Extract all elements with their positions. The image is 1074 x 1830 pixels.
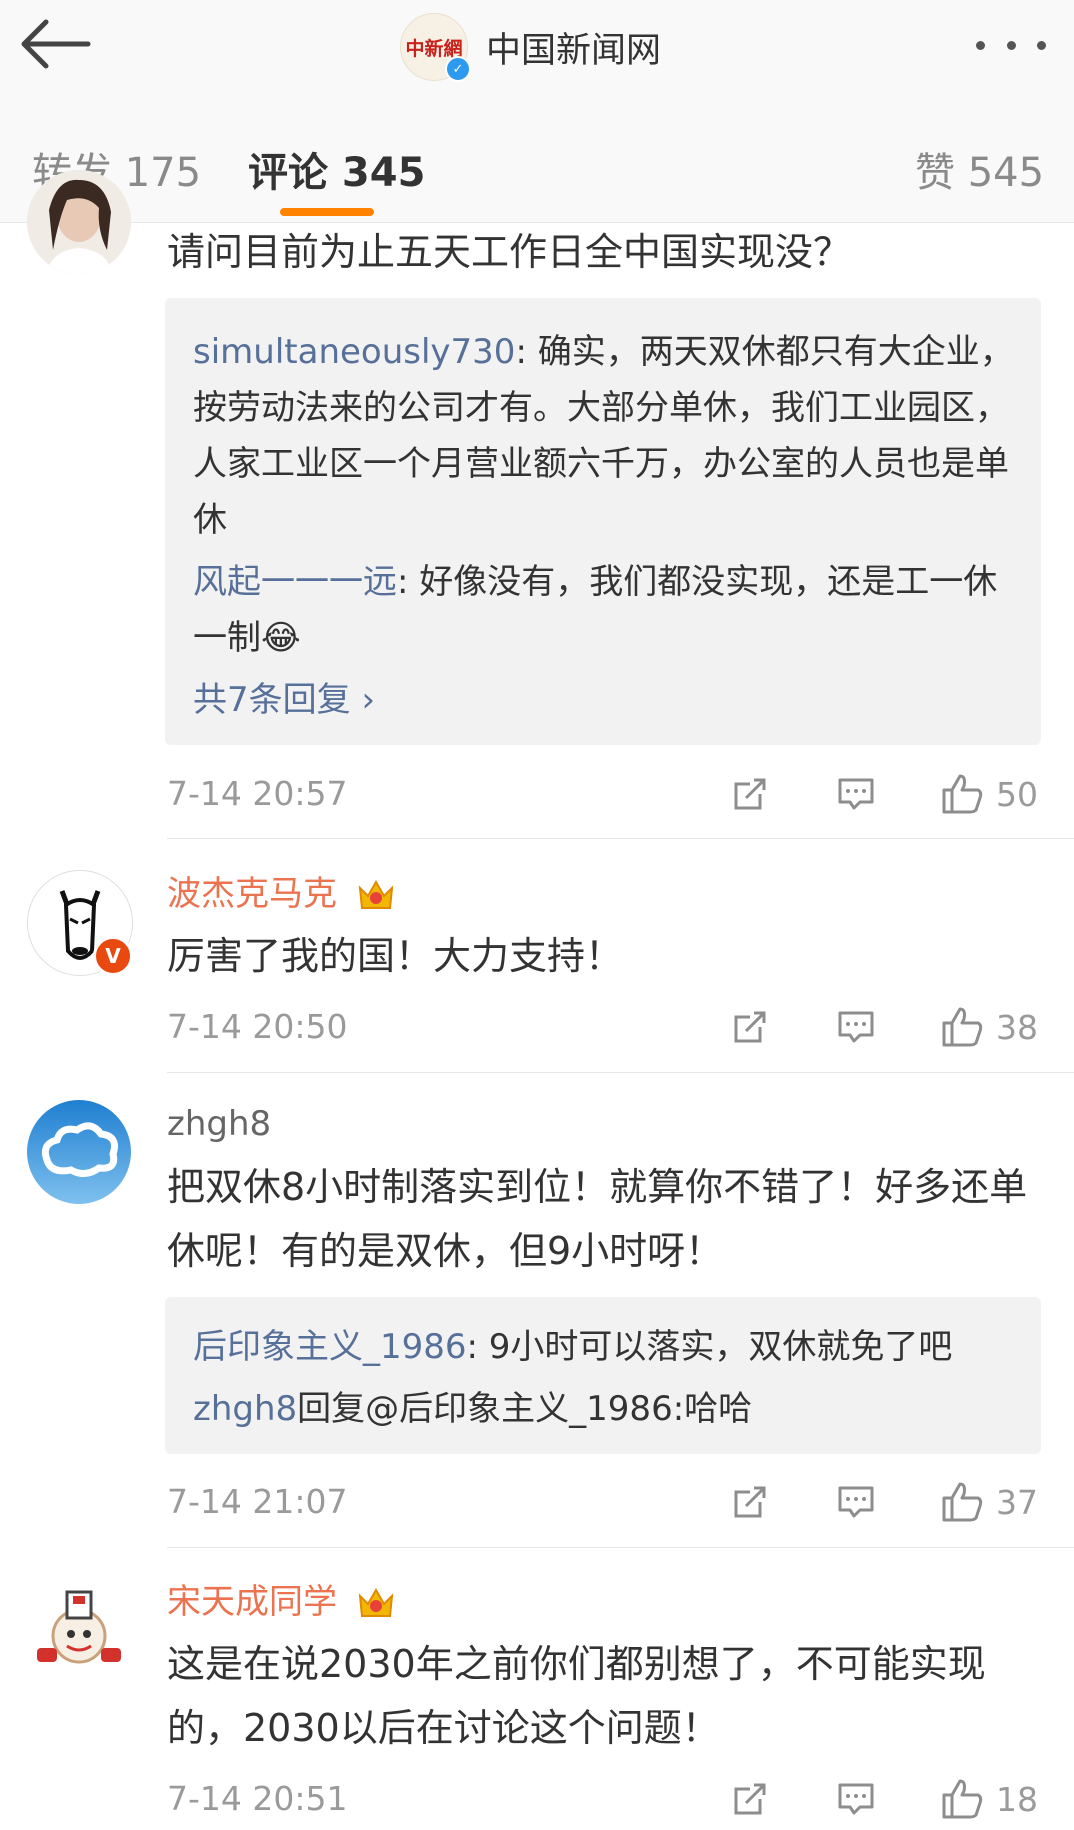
comment-meta: 7-14 20:57 50	[167, 770, 1042, 820]
comment-username[interactable]: 宋天成同学	[167, 1574, 396, 1623]
divider	[167, 838, 1074, 839]
verified-badge-icon: V	[93, 936, 133, 976]
comment-meta: 7-14 20:50 38	[167, 1003, 1042, 1053]
reply-item: 后印象主义_1986: 9小时可以落实，双休就免了吧	[193, 1319, 1015, 1375]
comment-meta: 7-14 21:07 37	[167, 1478, 1042, 1528]
share-icon[interactable]	[730, 1003, 770, 1051]
comment-time: 7-14 21:07	[167, 1482, 348, 1521]
like-button[interactable]: 18	[940, 1775, 1038, 1823]
share-icon[interactable]	[730, 1478, 770, 1526]
comment-icon[interactable]	[836, 1775, 876, 1823]
reply-item: simultaneously730: 确实，两天双休都只有大企业，按劳动法来的公…	[193, 324, 1015, 548]
thumbs-up-icon	[942, 774, 983, 814]
reply-box[interactable]: simultaneously730: 确实，两天双休都只有大企业，按劳动法来的公…	[165, 298, 1041, 745]
more-options-icon[interactable]	[976, 30, 1046, 60]
thumbs-up-icon	[942, 1779, 983, 1819]
comment-time: 7-14 20:50	[167, 1007, 348, 1046]
comment-meta: 7-14 20:51 18	[167, 1775, 1042, 1825]
avatar[interactable]	[27, 170, 131, 274]
reply-item: zhgh8回复@后印象主义_1986:哈哈	[193, 1381, 1015, 1437]
tab-comments[interactable]: 评论 345	[248, 140, 425, 198]
like-count: 37	[996, 1482, 1038, 1522]
like-count: 50	[996, 774, 1038, 814]
comment-text: 厉害了我的国！大力支持！	[167, 934, 624, 978]
comment-text: 这是在说2030年之前你们都别想了，不可能实现的，2030以后在讨论这个问题！	[167, 1642, 986, 1750]
tab-bar: 转发 175 评论 345 赞 545	[0, 100, 1074, 223]
divider	[167, 1072, 1074, 1073]
comment-icon[interactable]	[836, 770, 876, 818]
top-bar: 中新網 ✓ 中国新闻网	[0, 0, 1074, 101]
comment-icon[interactable]	[836, 1478, 876, 1526]
account-logo: 中新網 ✓	[400, 13, 471, 82]
like-button[interactable]: 37	[940, 1478, 1038, 1526]
vip-crown-icon	[358, 879, 394, 909]
reply-text: 回复@后印象主义_1986:哈哈	[297, 1389, 753, 1429]
reply-username[interactable]: 风起一一一远	[193, 562, 397, 602]
like-count: 38	[996, 1007, 1038, 1047]
verified-icon: ✓	[445, 56, 471, 82]
username-text: 波杰克马克	[167, 874, 337, 914]
vip-crown-icon	[358, 1587, 394, 1617]
share-icon[interactable]	[730, 770, 770, 818]
reply-username[interactable]: zhgh8	[193, 1389, 297, 1429]
reply-username[interactable]: 后印象主义_1986	[193, 1327, 467, 1367]
divider	[167, 1547, 1074, 1548]
avatar[interactable]	[27, 1578, 131, 1682]
back-arrow-icon[interactable]	[16, 16, 92, 72]
comment-time: 7-14 20:57	[167, 774, 348, 813]
reply-item: 风起一一一远: 好像没有，我们都没实现，还是工一休一制😂	[193, 554, 1015, 666]
comment-text: 请问目前为止五天工作日全中国实现没？	[167, 230, 852, 274]
thumbs-up-icon	[942, 1482, 983, 1522]
more-replies-link[interactable]: 共7条回复 ›	[193, 672, 1015, 721]
username-text: 宋天成同学	[167, 1582, 337, 1622]
avatar[interactable]	[27, 1100, 131, 1204]
reply-box[interactable]: 后印象主义_1986: 9小时可以落实，双休就免了吧 zhgh8回复@后印象主义…	[165, 1297, 1041, 1454]
comment-text: 把双休8小时制落实到位！就算你不错了！好多还单休呢！有的是双休，但9小时呀！	[167, 1165, 1028, 1273]
like-count: 18	[996, 1779, 1038, 1819]
reply-text: : 9小时可以落实，双休就免了吧	[466, 1327, 953, 1367]
share-icon[interactable]	[730, 1775, 770, 1823]
like-button[interactable]: 50	[940, 770, 1038, 818]
account-header[interactable]: 中新網 ✓ 中国新闻网	[400, 12, 661, 82]
like-button[interactable]: 38	[940, 1003, 1038, 1051]
comment-time: 7-14 20:51	[167, 1779, 348, 1818]
comment-icon[interactable]	[836, 1003, 876, 1051]
comment-username[interactable]: zhgh8	[167, 1104, 271, 1144]
comment-username[interactable]: 波杰克马克	[167, 866, 396, 915]
reply-username[interactable]: simultaneously730	[193, 332, 515, 372]
page-title: 中国新闻网	[486, 30, 662, 71]
tab-likes[interactable]: 赞 545	[915, 140, 1044, 198]
active-tab-indicator	[280, 208, 374, 216]
thumbs-up-icon	[942, 1007, 983, 1047]
